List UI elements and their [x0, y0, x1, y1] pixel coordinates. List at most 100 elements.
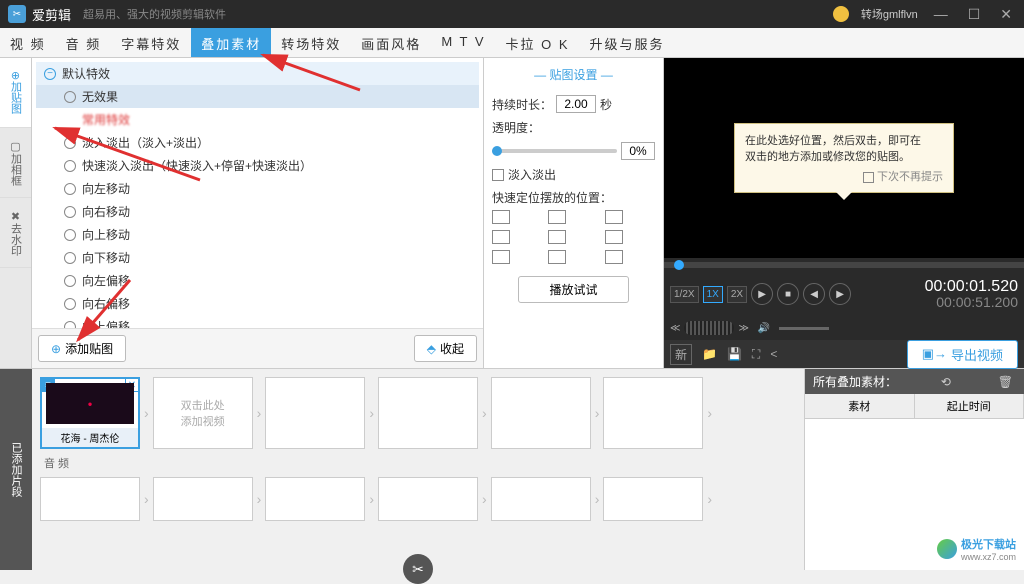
duration-input[interactable] [556, 95, 596, 113]
effect-row[interactable]: 向左偏移 [36, 269, 479, 292]
jog-wheel[interactable] [684, 321, 734, 335]
save-icon[interactable]: 💾 [727, 347, 742, 361]
collapse-icon: ⬘ [427, 342, 436, 356]
audio-slot[interactable] [603, 477, 703, 521]
pos-br[interactable] [605, 250, 623, 264]
tab-mtv[interactable]: M T V [431, 28, 495, 57]
hint-tooltip: 在此处选好位置，然后双击，即可在 双击的地方添加或修改您的贴图。 下次不再提示 [734, 123, 954, 193]
effect-row[interactable]: 快速淡入淡出（快速淡入+停留+快速淡出） [36, 154, 479, 177]
duration-label: 持续时长： [492, 96, 552, 113]
effect-row[interactable]: 向右移动 [36, 200, 479, 223]
left-sidebar: ⊕加贴图 ▢加相框 ✖去水印 [0, 58, 32, 368]
effect-row[interactable]: 向上移动 [36, 223, 479, 246]
close-button[interactable]: ✕ [996, 6, 1016, 23]
audio-slot[interactable] [491, 477, 591, 521]
sidebar-add-sticker[interactable]: ⊕加贴图 [0, 58, 31, 128]
pos-mc[interactable] [548, 230, 566, 244]
app-subtitle: 超易用、强大的视频剪辑软件 [83, 6, 226, 22]
delete-icon[interactable]: 🗑 [995, 375, 1016, 389]
user-avatar-icon[interactable] [833, 6, 849, 22]
pos-tl[interactable] [492, 210, 510, 224]
speed-2x[interactable]: 2X [727, 286, 747, 303]
export-video-button[interactable]: ▣→导出视频 [907, 340, 1018, 369]
tab-upgrade[interactable]: 升级与服务 [580, 28, 675, 57]
video-slot[interactable] [491, 377, 591, 449]
tab-karaoke[interactable]: 卡拉 O K [496, 28, 580, 57]
share-icon[interactable]: < [770, 347, 777, 361]
audio-slot[interactable] [265, 477, 365, 521]
next-frame-button[interactable]: ▶ [829, 283, 851, 305]
video-slot[interactable] [378, 377, 478, 449]
seek-bar[interactable] [664, 258, 1024, 272]
preview-toolbar: 新 📁 💾 ⛶ < ▣→导出视频 [664, 340, 1024, 368]
effect-row[interactable]: 淡入淡出（淡入+淡出） [36, 131, 479, 154]
play-button[interactable]: ▶ [751, 283, 773, 305]
play-test-button[interactable]: 播放试试 [518, 276, 628, 303]
pos-bc[interactable] [548, 250, 566, 264]
effect-row[interactable]: 无效果 [36, 85, 479, 108]
playback-controls: 1/2X 1X 2X ▶ ■ ◀ ▶ 00:00:01.520 00:00:51… [664, 272, 1024, 316]
fullscreen-icon[interactable]: ⛶ [752, 347, 760, 362]
user-name[interactable]: 转场gmlflvn [861, 6, 918, 22]
effects-panel: −默认特效 无效果 常用特效 淡入淡出（淡入+淡出） 快速淡入淡出（快速淡入+停… [32, 58, 484, 368]
stop-button[interactable]: ■ [777, 283, 799, 305]
opacity-label: 透明度： [492, 119, 655, 136]
tab-audio[interactable]: 音 频 [56, 28, 112, 57]
audio-slot[interactable] [40, 477, 140, 521]
col-time: 起止时间 [915, 394, 1024, 418]
audio-slot[interactable] [153, 477, 253, 521]
pos-ml[interactable] [492, 230, 510, 244]
pos-tr[interactable] [605, 210, 623, 224]
add-sticker-button[interactable]: ⊕添加贴图 [38, 335, 126, 362]
minimize-button[interactable]: — [930, 6, 952, 22]
collapse-button[interactable]: ⬘收起 [414, 335, 477, 362]
dont-show-checkbox[interactable] [863, 172, 874, 183]
tab-subtitle[interactable]: 字幕特效 [111, 28, 191, 57]
tab-video[interactable]: 视 频 [0, 28, 56, 57]
effect-row[interactable]: 向左移动 [36, 177, 479, 200]
col-material: 素材 [805, 394, 915, 418]
volume-icon[interactable]: 🔊 [753, 317, 775, 339]
prev-frame-button[interactable]: ◀ [803, 283, 825, 305]
sticker-settings-panel: — 贴图设置 — 持续时长：秒 透明度： 淡入淡出 快速定位摆放的位置： 播放试… [484, 58, 664, 368]
effect-row[interactable]: 向右偏移 [36, 292, 479, 315]
new-button[interactable]: 新 [670, 344, 692, 365]
tab-style[interactable]: 画面风格 [351, 28, 431, 57]
audio-slot[interactable] [378, 477, 478, 521]
settings-title: — 贴图设置 — [492, 66, 655, 89]
speed-half[interactable]: 1/2X [670, 286, 699, 303]
video-slot[interactable] [265, 377, 365, 449]
materials-panel: 所有叠加素材：⟲🗑 素材起止时间 极光下载站www.xz7.com [804, 369, 1024, 570]
effect-row[interactable]: 向上偏移 [36, 315, 479, 328]
fade-checkbox[interactable] [492, 169, 504, 181]
cut-button[interactable]: ✂ [403, 554, 433, 584]
maximize-button[interactable]: ☐ [964, 6, 985, 23]
main-tabs: 视 频 音 频 字幕特效 叠加素材 转场特效 画面风格 M T V 卡拉 O K… [0, 28, 1024, 58]
pos-tc[interactable] [548, 210, 566, 224]
opacity-slider[interactable] [492, 149, 617, 153]
plus-icon: ⊕ [51, 342, 61, 356]
opacity-value[interactable] [621, 142, 655, 160]
effect-row[interactable]: 常用特效 [36, 108, 479, 131]
app-logo-icon: ✂ [8, 5, 26, 23]
titlebar: ✂ 爱剪辑 超易用、强大的视频剪辑软件 转场gmlflvn — ☐ ✕ [0, 0, 1024, 28]
add-video-slot[interactable]: 双击此处 添加视频 [153, 377, 253, 449]
open-icon[interactable]: 📁 [702, 347, 717, 361]
effects-group-header[interactable]: −默认特效 [36, 62, 479, 85]
preview-video-area[interactable]: 在此处选好位置，然后双击，即可在 双击的地方添加或修改您的贴图。 下次不再提示 [664, 58, 1024, 258]
refresh-icon[interactable]: ⟲ [938, 375, 954, 389]
video-slot[interactable] [603, 377, 703, 449]
pos-bl[interactable] [492, 250, 510, 264]
volume-slider[interactable] [779, 327, 829, 330]
timeline-side-label: 已添加片段 [0, 369, 32, 570]
tab-transition[interactable]: 转场特效 [271, 28, 351, 57]
sidebar-remove-watermark[interactable]: ✖去水印 [0, 198, 31, 268]
sidebar-add-frame[interactable]: ▢加相框 [0, 128, 31, 198]
video-clip-1[interactable]: ≡ ✕ ● 花海 - 周杰伦 [40, 377, 140, 449]
position-grid [492, 210, 655, 264]
tab-overlay[interactable]: 叠加素材 [191, 28, 271, 57]
speed-1x[interactable]: 1X [703, 286, 723, 303]
materials-header: 所有叠加素材： [813, 373, 897, 390]
effect-row[interactable]: 向下移动 [36, 246, 479, 269]
pos-mr[interactable] [605, 230, 623, 244]
